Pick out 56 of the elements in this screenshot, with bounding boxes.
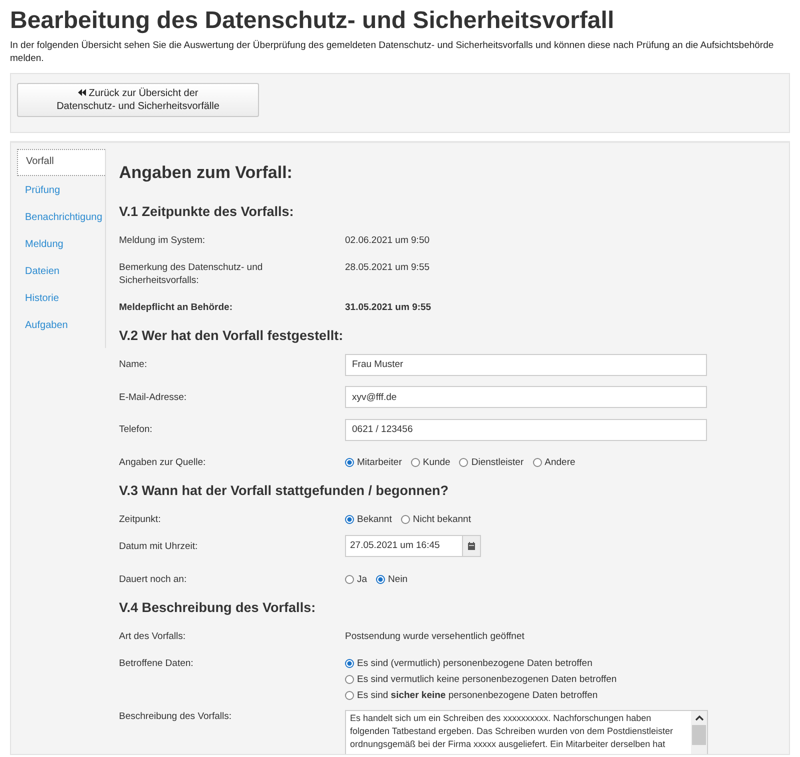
input-field[interactable]: xyv@fff.de: [345, 386, 707, 408]
radio-button[interactable]: [345, 690, 354, 700]
input-field[interactable]: Frau Muster: [345, 354, 707, 376]
calendar-button[interactable]: [463, 534, 481, 556]
intro-text: In der folgenden Übersicht sehen Sie die Auswertung der Überprüfung des gemeldeten Datenschutz- und Sicherheitsvorfalls und können diese nach Prüfung an die Aufsichtsbehörde melden.: [10, 39, 775, 65]
field-label: Dauert noch an:: [119, 572, 188, 586]
field-label: Zeitpunkt:: [119, 512, 162, 526]
sidebar-tab[interactable]: Vorfall: [17, 149, 105, 176]
option-label: Dienstleister: [471, 456, 524, 468]
option-label: Nein: [388, 572, 408, 586]
field-label: Betroffene Daten:: [119, 656, 194, 670]
field-label: Telefon:: [119, 423, 154, 437]
radio-button[interactable]: [345, 574, 354, 584]
field-value: 31.05.2021 um 9:55: [345, 302, 432, 313]
radio-button[interactable]: [345, 458, 354, 466]
radio-button[interactable]: [400, 514, 410, 524]
section-heading: V.3 Wann hat der Vorfall stattgefunden / begonnen?: [119, 482, 450, 498]
section-heading: V.1 Zeitpunkte des Vorfalls:: [119, 204, 295, 219]
option-label: Bekannt: [357, 512, 392, 526]
field-label: Meldung im System:: [119, 234, 206, 247]
option-label: Kunde: [422, 456, 450, 468]
field-label: Bemerkung des Datenschutz- und Sicherheitsvorfalls:: [119, 261, 264, 287]
option-label: Mitarbeiter: [357, 456, 402, 468]
radio-button[interactable]: [376, 574, 386, 584]
option-label: Ja: [357, 572, 368, 586]
field-label: Beschreibung des Vorfalls:: [119, 710, 232, 724]
section-heading: V.4 Beschreibung des Vorfalls:: [119, 600, 317, 614]
option-label: Es sind vermutlich keine personenbezogenen Daten betroffen: [357, 672, 617, 686]
section-title: Angaben zum Vorfall:: [119, 163, 294, 183]
description-text: Es handelt sich um ein Schreiben des xxxxxxxxxx. Nachforschungen haben folgenden Tatbestand ergeben. Das Schreiben wurden von dem Postdienstleister ordnungsgemäß bei der Firma xxxxx ausgeliefert. Ein Mitarbeiter derselben hat: [349, 712, 674, 751]
field-value: 28.05.2021 um 9:55: [345, 262, 430, 273]
back-button[interactable]: Zurück zur Übersicht der Datenschutz- und Sicherheitsvorfälle: [17, 83, 259, 117]
option-label: Nicht bekannt: [412, 512, 471, 526]
field-label: Name:: [119, 358, 148, 372]
input-field[interactable]: 0621 / 123456: [345, 418, 707, 440]
calendar-icon: [468, 542, 475, 550]
radio-button[interactable]: [410, 458, 420, 466]
option-label: Andere: [544, 456, 576, 468]
page-title: Bearbeitung des Datenschutz- und Sicherheitsvorfall: [10, 6, 616, 36]
section-heading: V.2 Wer hat den Vorfall festgestellt:: [119, 328, 344, 343]
radio-button[interactable]: [532, 458, 542, 466]
radio-button[interactable]: [459, 458, 468, 466]
field-label: Art des Vorfalls:: [119, 630, 187, 642]
field-label: E-Mail-Adresse:: [119, 390, 188, 404]
radio-button[interactable]: [345, 658, 354, 668]
field-value: Postsendung wurde versehentlich geöffnet: [345, 630, 524, 642]
radio-button[interactable]: [345, 514, 354, 524]
field-label: Angaben zur Quelle:: [119, 456, 207, 468]
field-label: Datum mit Uhrzeit:: [119, 540, 199, 554]
option-label: Es sind sicher keine personenbezogene Daten betroffen: [357, 688, 598, 702]
option-label: Es sind (vermutlich) personenbezogene Daten betroffen: [357, 656, 592, 670]
radio-button[interactable]: [345, 674, 354, 684]
scroll-up-icon: [694, 714, 704, 720]
field-value: 02.06.2021 um 9:50: [345, 235, 430, 246]
field-label: Meldepflicht an Behörde:: [119, 301, 234, 314]
date-field[interactable]: 27.05.2021 um 16:45: [345, 534, 463, 556]
